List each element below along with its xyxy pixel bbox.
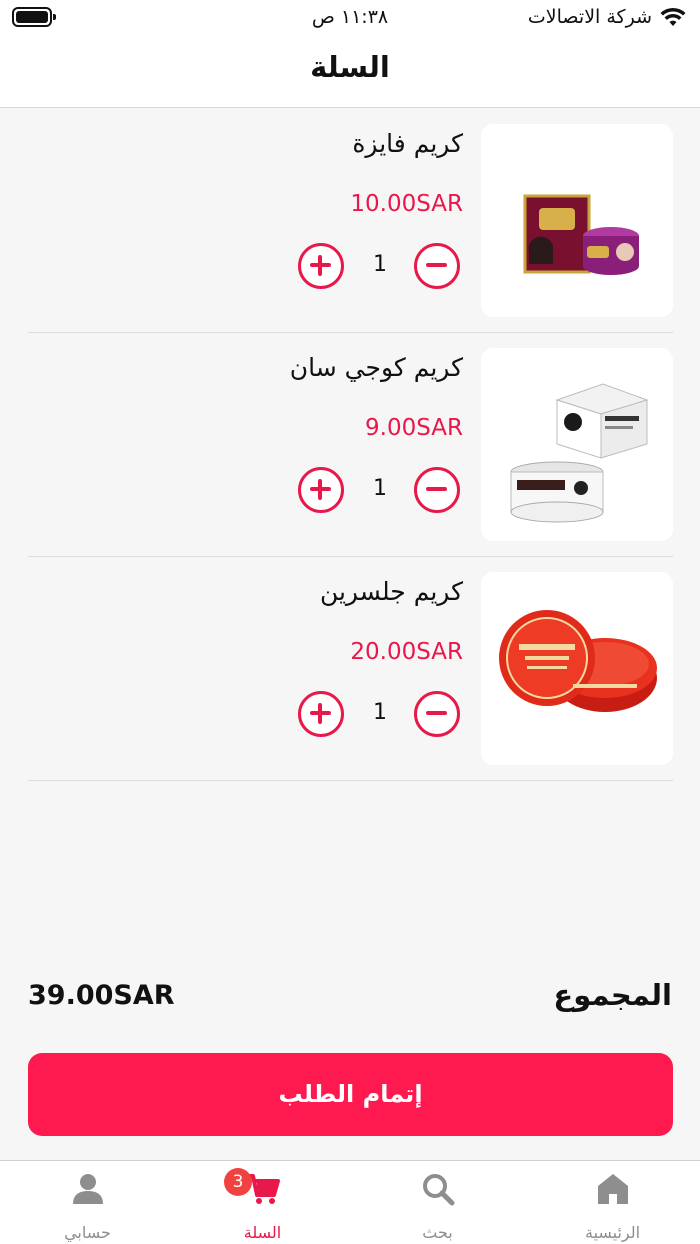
item-price: 20.00SAR (350, 639, 463, 665)
profile-icon (70, 1171, 106, 1207)
tab-profile[interactable]: حسابي (0, 1161, 175, 1244)
cart-item: كريم فايزة 10.00SAR 1 (28, 109, 673, 333)
navigation-bar: السلة (0, 36, 700, 108)
quantity-value: 1 (373, 700, 387, 725)
tab-label: بحث (422, 1223, 453, 1242)
item-name: كريم فايزة (352, 129, 463, 158)
tab-search[interactable]: بحث (350, 1161, 525, 1244)
total-label: المجموع (553, 978, 672, 1012)
total-value: 39.00SAR (28, 980, 175, 1011)
product-image[interactable] (481, 348, 673, 541)
product-image[interactable] (481, 572, 673, 765)
quantity-value: 1 (373, 252, 387, 277)
item-name: كريم كوجي سان (289, 353, 463, 382)
tab-label: الرئيسية (584, 1223, 641, 1242)
status-time: ١١:٣٨ ص (311, 6, 389, 28)
status-bar: شركة الاتصالات ١١:٣٨ ص (0, 0, 700, 36)
increase-quantity-button[interactable] (298, 691, 344, 737)
decrease-quantity-button[interactable] (414, 467, 460, 513)
tab-label: حسابي (64, 1223, 111, 1242)
decrease-quantity-button[interactable] (414, 691, 460, 737)
product-image[interactable] (481, 124, 673, 317)
item-name: كريم جلسرين (319, 577, 463, 606)
quantity-value: 1 (373, 476, 387, 501)
tab-bar: الرئيسية بحث السلة حسابي (0, 1160, 700, 1244)
home-icon (595, 1171, 631, 1207)
cart-item: كريم جلسرين 20.00SAR 1 (28, 557, 673, 781)
battery-icon (12, 7, 56, 27)
increase-quantity-button[interactable] (298, 467, 344, 513)
increase-quantity-button[interactable] (298, 243, 344, 289)
page-title: السلة (310, 50, 390, 84)
tab-home[interactable]: الرئيسية (525, 1161, 700, 1244)
checkout-button[interactable]: إتمام الطلب (28, 1053, 673, 1136)
tab-label: السلة (243, 1223, 282, 1242)
decrease-quantity-button[interactable] (414, 243, 460, 289)
item-price: 9.00SAR (365, 415, 463, 441)
search-icon (420, 1171, 456, 1207)
cart-item: كريم كوجي سان 9.00SAR 1 (28, 333, 673, 557)
tab-cart[interactable]: السلة (175, 1161, 350, 1244)
cart-count-badge: 3 (224, 1168, 252, 1196)
item-price: 10.00SAR (350, 191, 463, 217)
